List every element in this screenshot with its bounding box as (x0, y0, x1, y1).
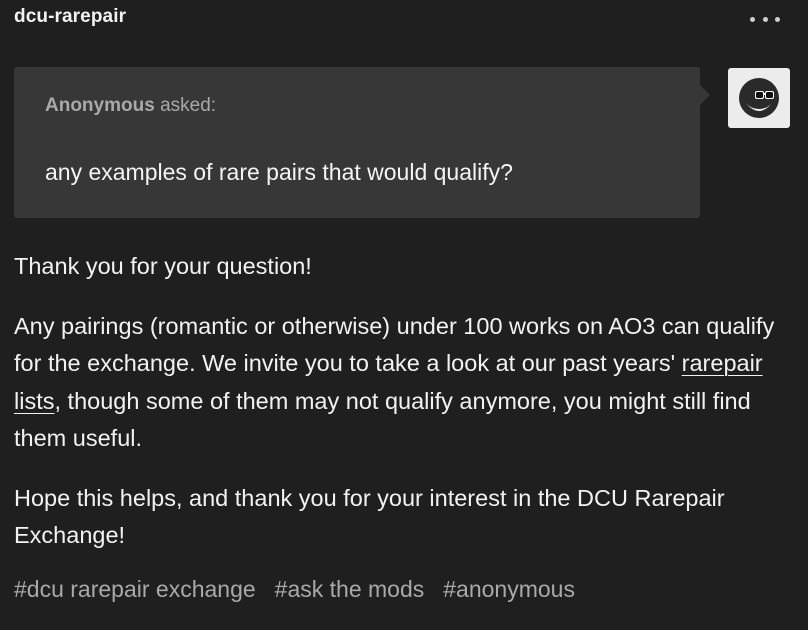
answer-text: Any pairings (romantic or otherwise) und… (14, 312, 775, 377)
post: dcu-rarepair Anonymous asked: any exampl… (0, 0, 808, 630)
tag-dcu-rarepair-exchange[interactable]: #dcu rarepair exchange (14, 576, 256, 603)
menu-dot (762, 16, 768, 22)
answer-paragraph: Hope this helps, and thank you for your … (14, 484, 725, 549)
blog-name[interactable]: dcu-rarepair (14, 6, 126, 28)
menu-dot (775, 16, 780, 22)
question-text: any examples of rare pairs that would qu… (45, 159, 513, 185)
answer-body: Thank you for your question! Any pairing… (14, 248, 794, 577)
tag-list: #dcu rarepair exchange #ask the mods #an… (14, 576, 575, 603)
tag-anonymous[interactable]: #anonymous (443, 576, 575, 603)
asked-label: asked: (160, 95, 217, 116)
asker-line: Anonymous asked: (45, 95, 216, 117)
ellipsis-horizontal-icon[interactable] (750, 6, 780, 32)
answer-text: , though some of them may not qualify an… (14, 387, 751, 452)
ask-box: Anonymous asked: any examples of rare pa… (14, 67, 710, 218)
asker-name: Anonymous (45, 95, 155, 116)
answer-paragraph: Thank you for your question! (14, 253, 312, 279)
avatar[interactable] (728, 68, 790, 128)
menu-dot (750, 16, 755, 22)
answer-paragraph: Any pairings (romantic or otherwise) und… (14, 308, 794, 458)
sunglasses-face-icon (739, 78, 779, 118)
tag-ask-the-mods[interactable]: #ask the mods (275, 576, 425, 603)
